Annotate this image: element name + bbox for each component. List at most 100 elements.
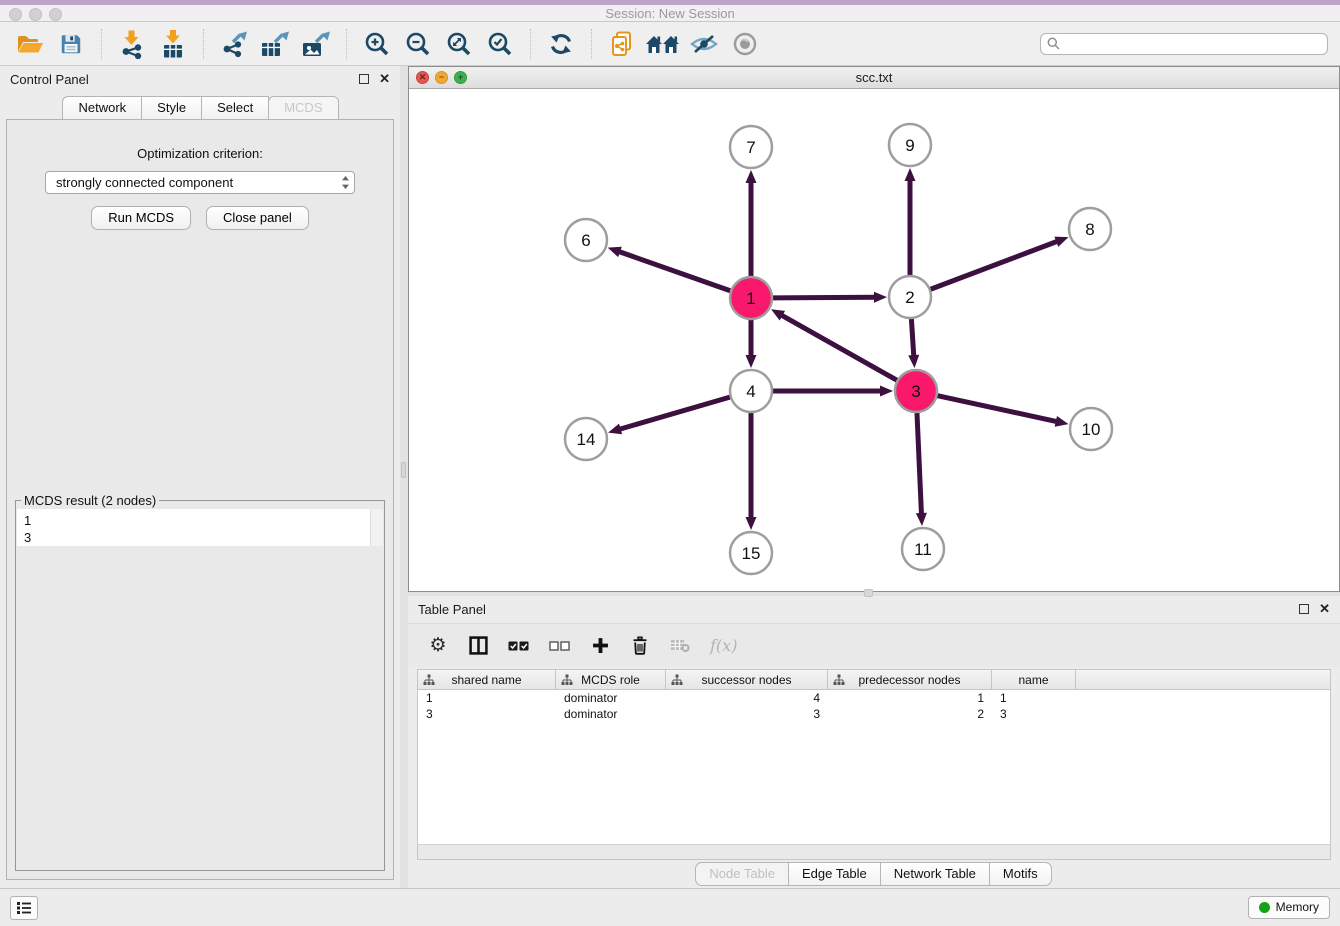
save-session-icon[interactable] xyxy=(53,26,89,62)
maximize-window-icon[interactable] xyxy=(49,8,62,21)
graph-edge-arrow-2-3 xyxy=(908,355,919,368)
tab-node-table[interactable]: Node Table xyxy=(695,862,789,886)
graph-node-6[interactable]: 6 xyxy=(565,219,607,261)
table-cell-predecessor-nodes[interactable]: 1 xyxy=(828,691,992,705)
graph-node-14[interactable]: 14 xyxy=(565,418,607,460)
close-panel-button[interactable]: Close panel xyxy=(206,206,309,230)
table-cell-successor-nodes[interactable]: 4 xyxy=(666,691,828,705)
zoom-out-icon[interactable] xyxy=(400,26,436,62)
table-float-panel-icon[interactable] xyxy=(1299,604,1309,614)
network-window-titlebar: ✕ − + scc.txt xyxy=(409,67,1339,89)
graph-node-15[interactable]: 15 xyxy=(730,532,772,574)
clone-network-icon[interactable] xyxy=(604,26,640,62)
svg-text:3: 3 xyxy=(911,382,920,401)
criterion-select[interactable]: strongly connected component xyxy=(45,171,355,194)
column-header-successor-nodes[interactable]: successor nodes xyxy=(666,670,828,689)
graph-node-3[interactable]: 3 xyxy=(895,370,937,412)
graph-node-1[interactable]: 1 xyxy=(730,277,772,319)
tab-motifs[interactable]: Motifs xyxy=(989,862,1052,886)
task-history-button[interactable] xyxy=(10,896,38,920)
export-network-icon[interactable] xyxy=(216,26,252,62)
graph-edge-arrow-4-3 xyxy=(880,386,893,397)
run-mcds-button[interactable]: Run MCDS xyxy=(91,206,191,230)
table-cell-name[interactable]: 3 xyxy=(992,707,1076,721)
delete-row-trash-icon[interactable] xyxy=(630,634,650,658)
select-all-checkboxes-icon[interactable] xyxy=(508,634,529,658)
graph-edge-1-6[interactable] xyxy=(618,251,730,290)
vertical-splitter[interactable] xyxy=(400,66,408,888)
graph-node-11[interactable]: 11 xyxy=(902,528,944,570)
graph-edge-3-1[interactable] xyxy=(781,315,897,381)
open-session-icon[interactable] xyxy=(12,26,48,62)
zoom-selected-icon[interactable] xyxy=(482,26,518,62)
hide-selected-eye-icon[interactable] xyxy=(686,26,722,62)
graph-edge-4-14[interactable] xyxy=(619,397,730,429)
tab-network[interactable]: Network xyxy=(62,96,142,120)
export-table-icon[interactable] xyxy=(257,26,293,62)
zoom-in-icon[interactable] xyxy=(359,26,395,62)
graph-edge-1-2[interactable] xyxy=(773,297,876,298)
table-panel: Table Panel ✕ ⚙ xyxy=(408,596,1340,888)
graph-node-2[interactable]: 2 xyxy=(889,276,931,318)
memory-status-icon xyxy=(1259,902,1270,913)
table-hscrollbar[interactable] xyxy=(418,844,1330,859)
minimize-window-icon[interactable] xyxy=(29,8,42,21)
column-header-name[interactable]: name xyxy=(992,670,1076,689)
import-network-icon[interactable] xyxy=(114,26,150,62)
table-cell-mcds-role[interactable]: dominator xyxy=(556,691,666,705)
graph-edge-3-10[interactable] xyxy=(937,396,1057,422)
network-canvas-area[interactable]: 1 2 3 4 6 7 8 9 10 11 14 15 xyxy=(409,89,1339,591)
table-cell-mcds-role[interactable]: dominator xyxy=(556,707,666,721)
first-neighbors-icon[interactable] xyxy=(645,26,681,62)
graph-node-10[interactable]: 10 xyxy=(1070,408,1112,450)
column-view-icon[interactable] xyxy=(468,634,488,658)
table-row[interactable]: 3dominator323 xyxy=(418,706,1330,722)
graph-edge-3-11[interactable] xyxy=(917,413,922,515)
table-cell-successor-nodes[interactable]: 3 xyxy=(666,707,828,721)
graph-node-7[interactable]: 7 xyxy=(730,126,772,168)
delete-table-icon[interactable] xyxy=(670,634,690,658)
tab-style[interactable]: Style xyxy=(141,96,202,120)
search-input[interactable] xyxy=(1064,37,1321,51)
tab-mcds[interactable]: MCDS xyxy=(268,96,338,120)
graph-node-8[interactable]: 8 xyxy=(1069,208,1111,250)
search-field[interactable] xyxy=(1040,33,1328,55)
graph-edge-2-3[interactable] xyxy=(911,319,913,357)
table-close-panel-icon[interactable]: ✕ xyxy=(1319,604,1330,614)
graph-node-9[interactable]: 9 xyxy=(889,124,931,166)
column-header-mcds-role[interactable]: MCDS role xyxy=(556,670,666,689)
window-traffic-lights xyxy=(9,8,62,21)
show-all-eye-icon[interactable] xyxy=(727,26,763,62)
table-row[interactable]: 1dominator411 xyxy=(418,690,1330,706)
horizontal-splitter-handle[interactable] xyxy=(864,589,873,597)
graph-edge-2-8[interactable] xyxy=(931,241,1059,289)
function-builder-icon[interactable]: f(x) xyxy=(710,634,737,658)
add-row-plus-icon[interactable] xyxy=(590,634,610,658)
import-table-icon[interactable] xyxy=(155,26,191,62)
close-panel-icon[interactable]: ✕ xyxy=(379,74,390,84)
horizontal-splitter[interactable] xyxy=(408,592,1340,596)
mcds-result-list[interactable]: 13 xyxy=(17,509,383,546)
table-cell-name[interactable]: 1 xyxy=(992,691,1076,705)
graph-node-4[interactable]: 4 xyxy=(730,370,772,412)
table-cell-shared-name[interactable]: 3 xyxy=(418,707,556,721)
vertical-splitter-handle[interactable] xyxy=(401,462,406,478)
close-window-icon[interactable] xyxy=(9,8,22,21)
zoom-fit-icon[interactable] xyxy=(441,26,477,62)
column-header-shared-name[interactable]: shared name xyxy=(418,670,556,689)
export-image-icon[interactable] xyxy=(298,26,334,62)
refresh-icon[interactable] xyxy=(543,26,579,62)
result-scrollbar[interactable] xyxy=(370,509,383,546)
table-cell-shared-name[interactable]: 1 xyxy=(418,691,556,705)
float-panel-icon[interactable] xyxy=(359,74,369,84)
svg-text:6: 6 xyxy=(581,231,590,250)
tab-network-table[interactable]: Network Table xyxy=(880,862,990,886)
graph-canvas[interactable]: 1 2 3 4 6 7 8 9 10 11 14 15 xyxy=(409,89,1339,589)
memory-button[interactable]: Memory xyxy=(1248,896,1330,919)
deselect-all-checkboxes-icon[interactable] xyxy=(549,634,570,658)
table-cell-predecessor-nodes[interactable]: 2 xyxy=(828,707,992,721)
tab-select[interactable]: Select xyxy=(201,96,269,120)
column-header-predecessor-nodes[interactable]: predecessor nodes xyxy=(828,670,992,689)
tab-edge-table[interactable]: Edge Table xyxy=(788,862,881,886)
column-settings-gear-icon[interactable]: ⚙ xyxy=(428,634,448,658)
